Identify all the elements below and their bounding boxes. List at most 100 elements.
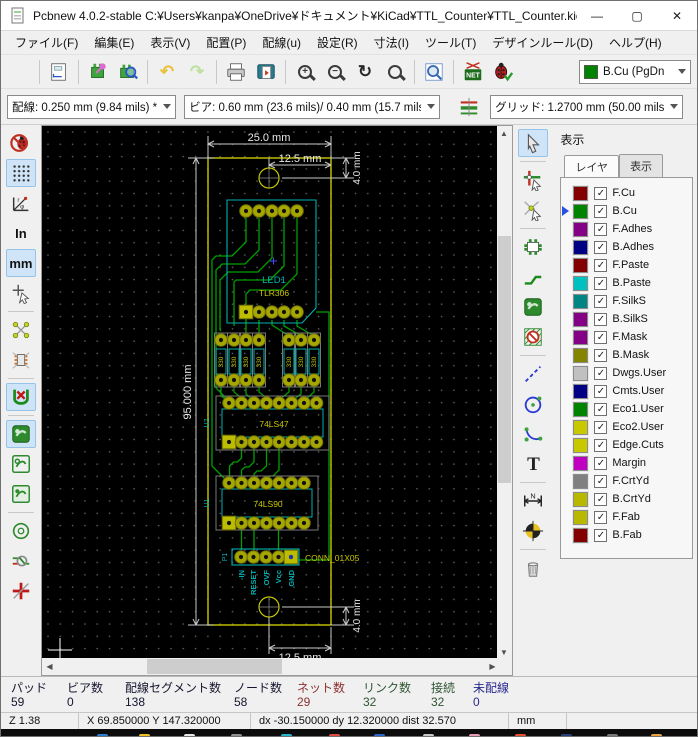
local-ratsnest-button[interactable]	[518, 196, 548, 224]
via-size-selector[interactable]: ビア: 0.60 mm (23.6 mils)/ 0.40 mm (15.7 m…	[184, 94, 441, 119]
scroll-up-icon[interactable]: ▲	[497, 126, 512, 141]
zone-outline-mode-button[interactable]	[6, 450, 36, 478]
menu-file[interactable]: ファイル(F)	[7, 31, 86, 54]
plot-button[interactable]	[251, 58, 281, 86]
layer-color[interactable]	[573, 329, 589, 345]
highlight-net-button[interactable]	[518, 166, 548, 194]
close-button[interactable]: ✕	[657, 1, 697, 30]
layer-color[interactable]	[573, 239, 589, 255]
mounting-hole-bottom[interactable]	[258, 596, 280, 618]
mounting-hole-top[interactable]	[258, 167, 280, 189]
zoom-out-button[interactable]: −	[320, 58, 350, 86]
layer-color[interactable]	[573, 185, 589, 201]
layer-row-bpaste[interactable]: ✓ B.Paste	[573, 274, 690, 292]
layer-row-bfab[interactable]: ✓ B.Fab	[573, 526, 690, 544]
units-mm-button[interactable]: mm	[5, 249, 36, 277]
vertical-scrollbar[interactable]: ▲ ▼	[496, 126, 512, 660]
layer-row-bsilks[interactable]: ✓ B.SilkS	[573, 310, 690, 328]
layer-color[interactable]	[573, 311, 589, 327]
windows-taskbar[interactable]	[1, 729, 697, 736]
print-button[interactable]	[221, 58, 251, 86]
horizontal-scroll-thumb[interactable]	[146, 659, 282, 674]
layer-visibility-checkbox[interactable]: ✓	[594, 420, 608, 434]
grid-selector[interactable]: グリッド: 1.2700 mm (50.00 mils)	[490, 94, 684, 119]
layer-row-eco2[interactable]: ✓ Eco2.User	[573, 418, 690, 436]
layer-visibility-checkbox[interactable]: ✓	[594, 294, 608, 308]
layer-visibility-checkbox[interactable]: ✓	[594, 330, 608, 344]
layer-visibility-checkbox[interactable]: ✓	[594, 474, 608, 488]
zoom-in-button[interactable]: +	[290, 58, 320, 86]
menu-dimensions[interactable]: 寸法(I)	[366, 31, 417, 54]
layer-visibility-checkbox[interactable]: ✓	[594, 528, 608, 542]
pcb-drawing[interactable]: 25.0 mm 12.5 mm 95.000 mm 4.0 mm 4.0 mm …	[41, 126, 500, 660]
add-module-button[interactable]	[518, 233, 548, 261]
layer-row-fcu[interactable]: ✓ F.Cu	[573, 184, 690, 202]
layer-color[interactable]	[573, 419, 589, 435]
layer-color[interactable]	[573, 221, 589, 237]
layer-color[interactable]	[573, 383, 589, 399]
delete-tool-button[interactable]	[518, 554, 548, 582]
layer-row-fsilks[interactable]: ✓ F.SilkS	[573, 292, 690, 310]
layer-visibility-checkbox[interactable]: ✓	[594, 204, 608, 218]
layer-visibility-checkbox[interactable]: ✓	[594, 510, 608, 524]
layer-row-bmask[interactable]: ✓ B.Mask	[573, 346, 690, 364]
layer-color[interactable]	[573, 509, 589, 525]
layer-color[interactable]	[573, 401, 589, 417]
layer-visibility-checkbox[interactable]: ✓	[594, 240, 608, 254]
zone-fill-mode-button[interactable]	[5, 420, 36, 448]
library-browser-button[interactable]	[113, 58, 143, 86]
layer-color[interactable]	[573, 347, 589, 363]
high-contrast-button[interactable]	[6, 577, 36, 605]
horizontal-scrollbar[interactable]: ◀ ▶	[41, 658, 500, 675]
layer-color[interactable]	[573, 275, 589, 291]
cursor-shape-button[interactable]	[6, 279, 36, 307]
layer-visibility-checkbox[interactable]: ✓	[594, 438, 608, 452]
layer-row-edgecuts[interactable]: ✓ Edge.Cuts	[573, 436, 690, 454]
tracks-sketch-button[interactable]	[6, 547, 36, 575]
layer-row-bcu[interactable]: ✓ B.Cu	[562, 202, 690, 220]
menu-preferences[interactable]: 設定(R)	[309, 31, 366, 54]
add-zone-button[interactable]	[518, 293, 548, 321]
layer-visibility-checkbox[interactable]: ✓	[594, 222, 608, 236]
add-graphic-line-button[interactable]	[518, 360, 548, 388]
module-editor-button[interactable]	[83, 58, 113, 86]
menu-view[interactable]: 表示(V)	[142, 31, 198, 54]
add-keepout-button[interactable]	[518, 323, 548, 351]
dim-offset-top-right[interactable]: 4.0 mm	[352, 151, 363, 184]
layer-row-ffab[interactable]: ✓ F.Fab	[573, 508, 690, 526]
pcb-canvas[interactable]: 25.0 mm 12.5 mm 95.000 mm 4.0 mm 4.0 mm …	[40, 125, 513, 676]
zone-nofill-mode-button[interactable]	[6, 480, 36, 508]
scroll-left-icon[interactable]: ◀	[42, 659, 57, 674]
layer-row-bcrtyd[interactable]: ✓ B.CrtYd	[573, 490, 690, 508]
dim-width-top[interactable]: 25.0 mm	[247, 132, 290, 144]
netlist-button[interactable]: NET	[458, 58, 488, 86]
redraw-button[interactable]: ↻	[350, 58, 380, 86]
layer-row-badhes[interactable]: ✓ B.Adhes	[573, 238, 690, 256]
drc-button[interactable]	[488, 58, 518, 86]
layer-color[interactable]	[573, 293, 589, 309]
add-dimension-button[interactable]: N	[518, 487, 548, 515]
menu-place[interactable]: 配置(P)	[198, 31, 254, 54]
module-ratsnest-button[interactable]	[6, 346, 36, 374]
layer-color[interactable]	[573, 491, 589, 507]
add-circle-button[interactable]	[518, 390, 548, 418]
layer-row-eco1[interactable]: ✓ Eco1.User	[573, 400, 690, 418]
menu-route[interactable]: 配線(u)	[254, 31, 309, 54]
dim-width-half-top[interactable]: 12.5 mm	[278, 153, 321, 165]
add-target-button[interactable]	[518, 517, 548, 545]
layer-row-fcrtyd[interactable]: ✓ F.CrtYd	[573, 472, 690, 490]
page-settings-button[interactable]	[44, 58, 74, 86]
layer-color[interactable]	[573, 527, 589, 543]
grid-visibility-button[interactable]	[5, 159, 36, 187]
add-track-button[interactable]	[518, 263, 548, 291]
layer-row-fpaste[interactable]: ✓ F.Paste	[573, 256, 690, 274]
layer-visibility-checkbox[interactable]: ✓	[594, 384, 608, 398]
ratsnest-visibility-button[interactable]	[6, 316, 36, 344]
menu-help[interactable]: ヘルプ(H)	[601, 31, 670, 54]
undo-button[interactable]: ↶	[152, 58, 182, 86]
tab-layers[interactable]: レイヤ	[564, 155, 620, 178]
select-tool-button[interactable]	[518, 129, 549, 157]
layer-visibility-checkbox[interactable]: ✓	[594, 492, 608, 506]
layer-row-dwgs[interactable]: ✓ Dwgs.User	[573, 364, 690, 382]
pads-sketch-button[interactable]	[6, 517, 36, 545]
